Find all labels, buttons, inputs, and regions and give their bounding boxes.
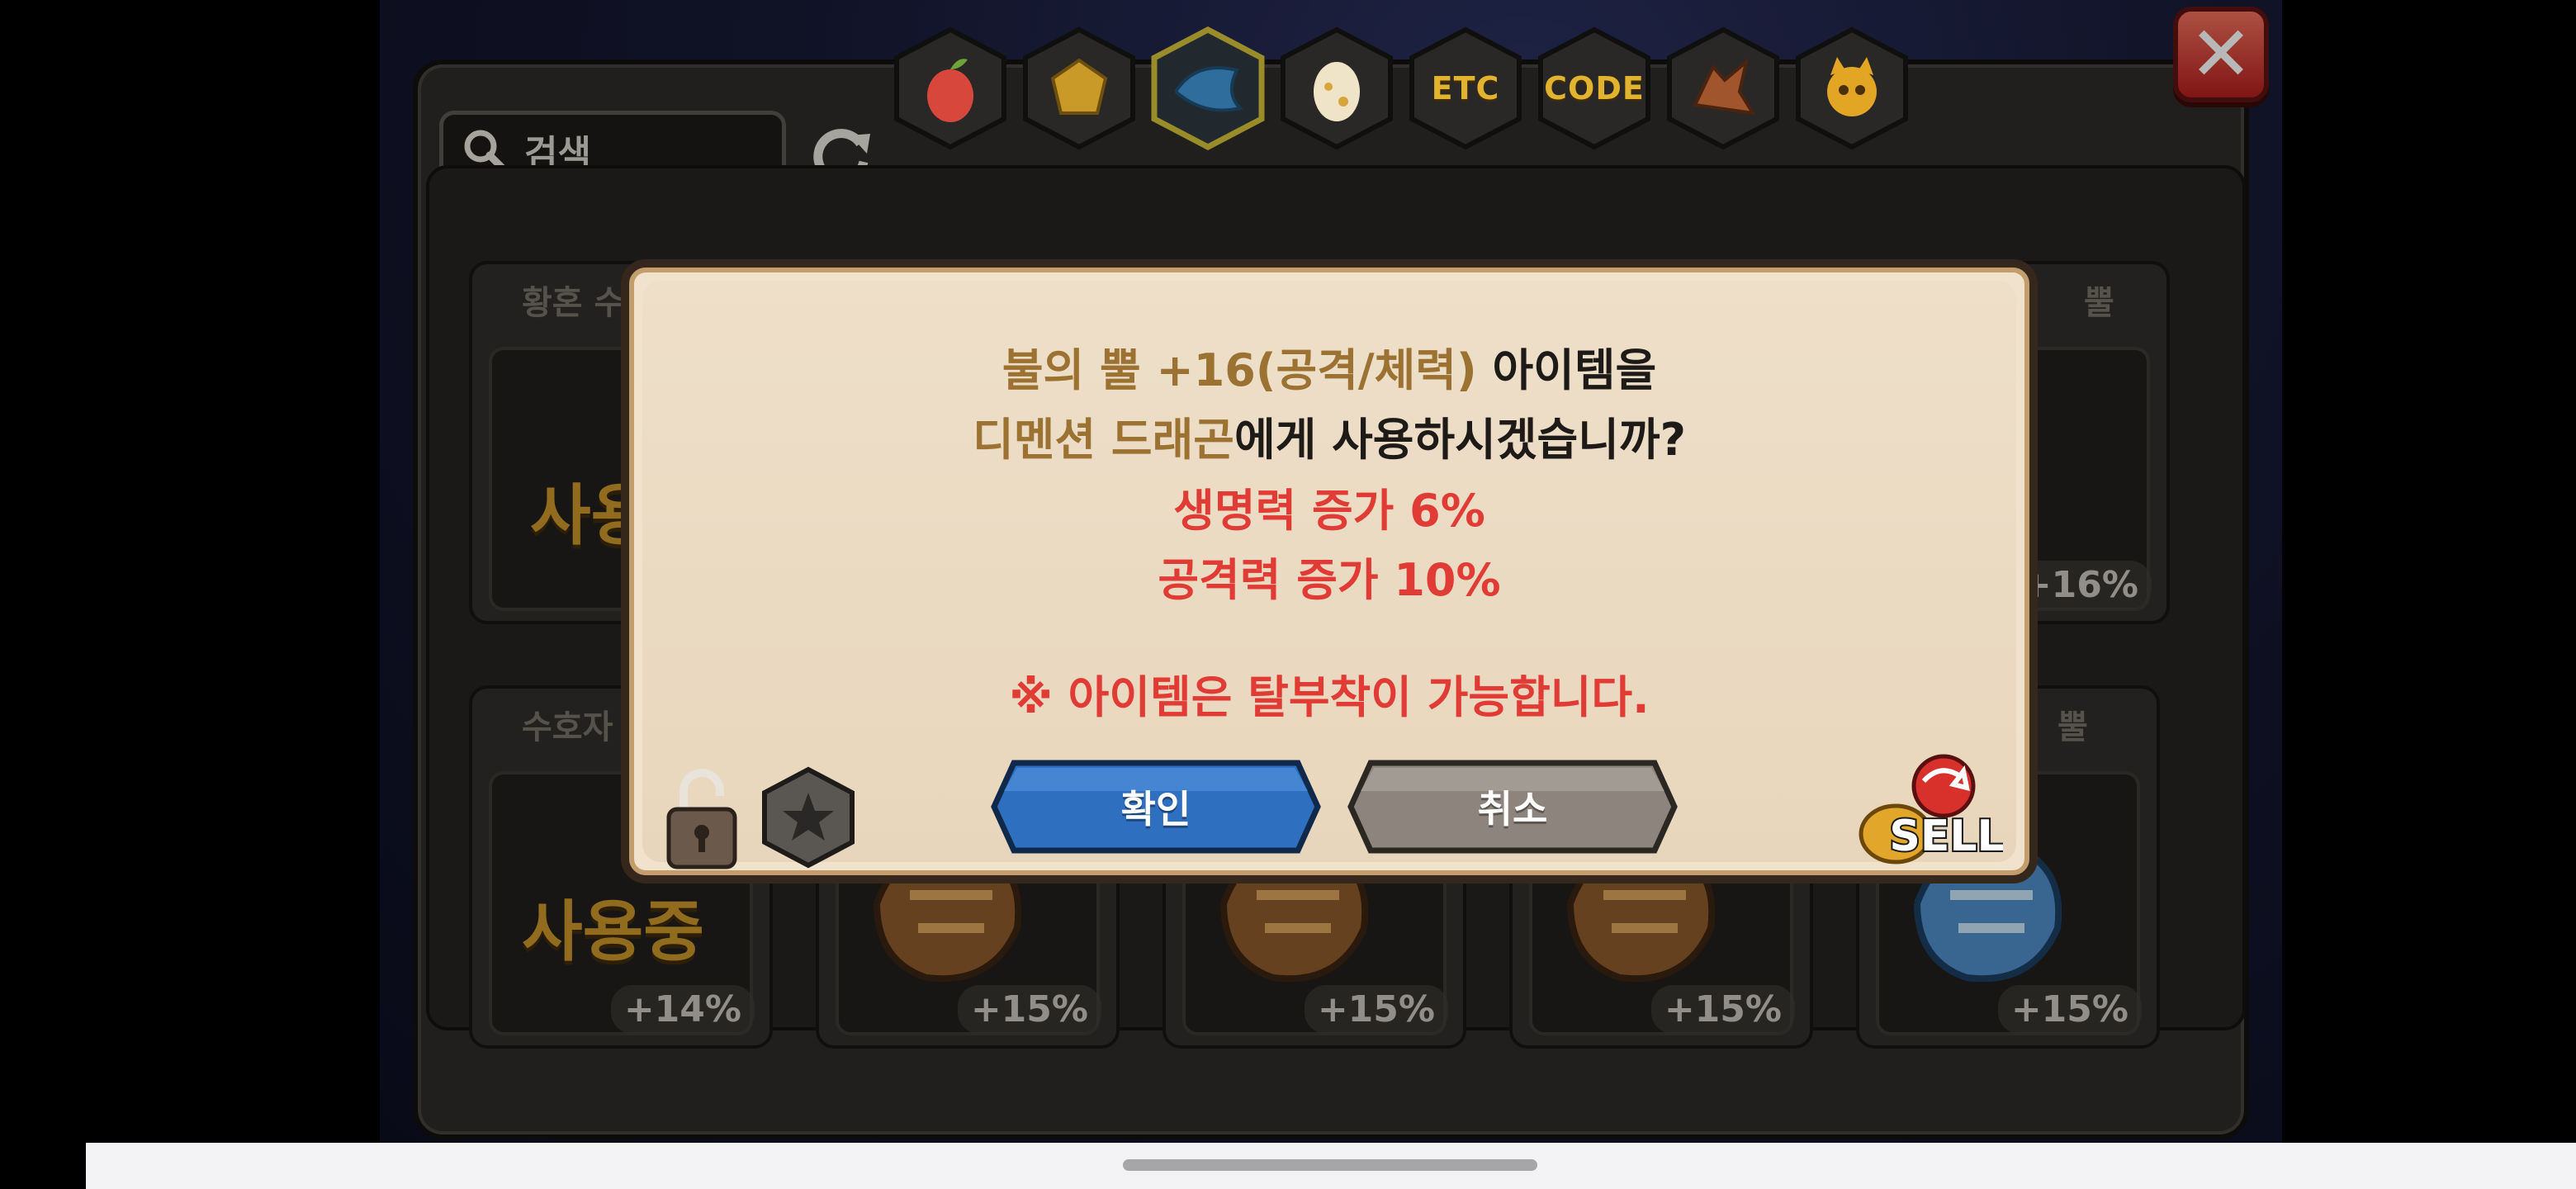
cancel-label: 취소 <box>1477 787 1548 831</box>
use-item-dialog: 불의 뿔 +16(공격/체력) 아이템을 디멘션 드래곤에게 사용하시겠습니까?… <box>621 259 2038 883</box>
scale-icon <box>1174 66 1243 112</box>
target-name: 디멘션 드래곤 <box>973 414 1234 466</box>
home-indicator[interactable] <box>1123 1159 1537 1171</box>
dialog-line-2-rest: 에게 사용하시겠습니까? <box>1234 414 1686 466</box>
confirm-label: 확인 <box>1120 787 1191 831</box>
sell-label: SELL <box>1889 812 2003 861</box>
game-screen: 검색 ETC CODE ✕ 황혼 수 사용 뿔 +16% 수호자 사용중 +14… <box>380 0 2282 1143</box>
unlock-icon[interactable] <box>664 763 740 870</box>
stat-attack-increase: 공격력 증가 10% <box>1158 554 1501 606</box>
item-name: 불의 뿔 +16(공격/체력) <box>1002 344 1477 396</box>
dialog-line-1-rest: 아이템을 <box>1476 344 1657 396</box>
ore-icon <box>1050 58 1108 115</box>
dialog-line-2: 디멘션 드래곤에게 사용하시겠습니까? <box>629 403 2029 468</box>
detach-note: ※ 아이템은 탈부착이 가능합니다. <box>1009 671 1650 723</box>
confirm-button[interactable]: 확인 <box>989 758 1323 855</box>
star-icon[interactable] <box>760 766 857 869</box>
mascot-icon <box>1827 57 1877 116</box>
tab-code-label: CODE <box>1544 70 1645 107</box>
cancel-button[interactable]: 취소 <box>1346 758 1679 855</box>
stat-hp-increase: 생명력 증가 6% <box>1173 485 1485 537</box>
sell-button[interactable]: SELL <box>1854 748 2003 872</box>
tab-etc-label: ETC <box>1431 70 1500 107</box>
dialog-line-1: 불의 뿔 +16(공격/체력) 아이템을 <box>629 334 2029 399</box>
dragon-head-icon <box>1693 57 1756 116</box>
fruit-icon <box>927 59 973 122</box>
egg-icon <box>1314 62 1360 121</box>
